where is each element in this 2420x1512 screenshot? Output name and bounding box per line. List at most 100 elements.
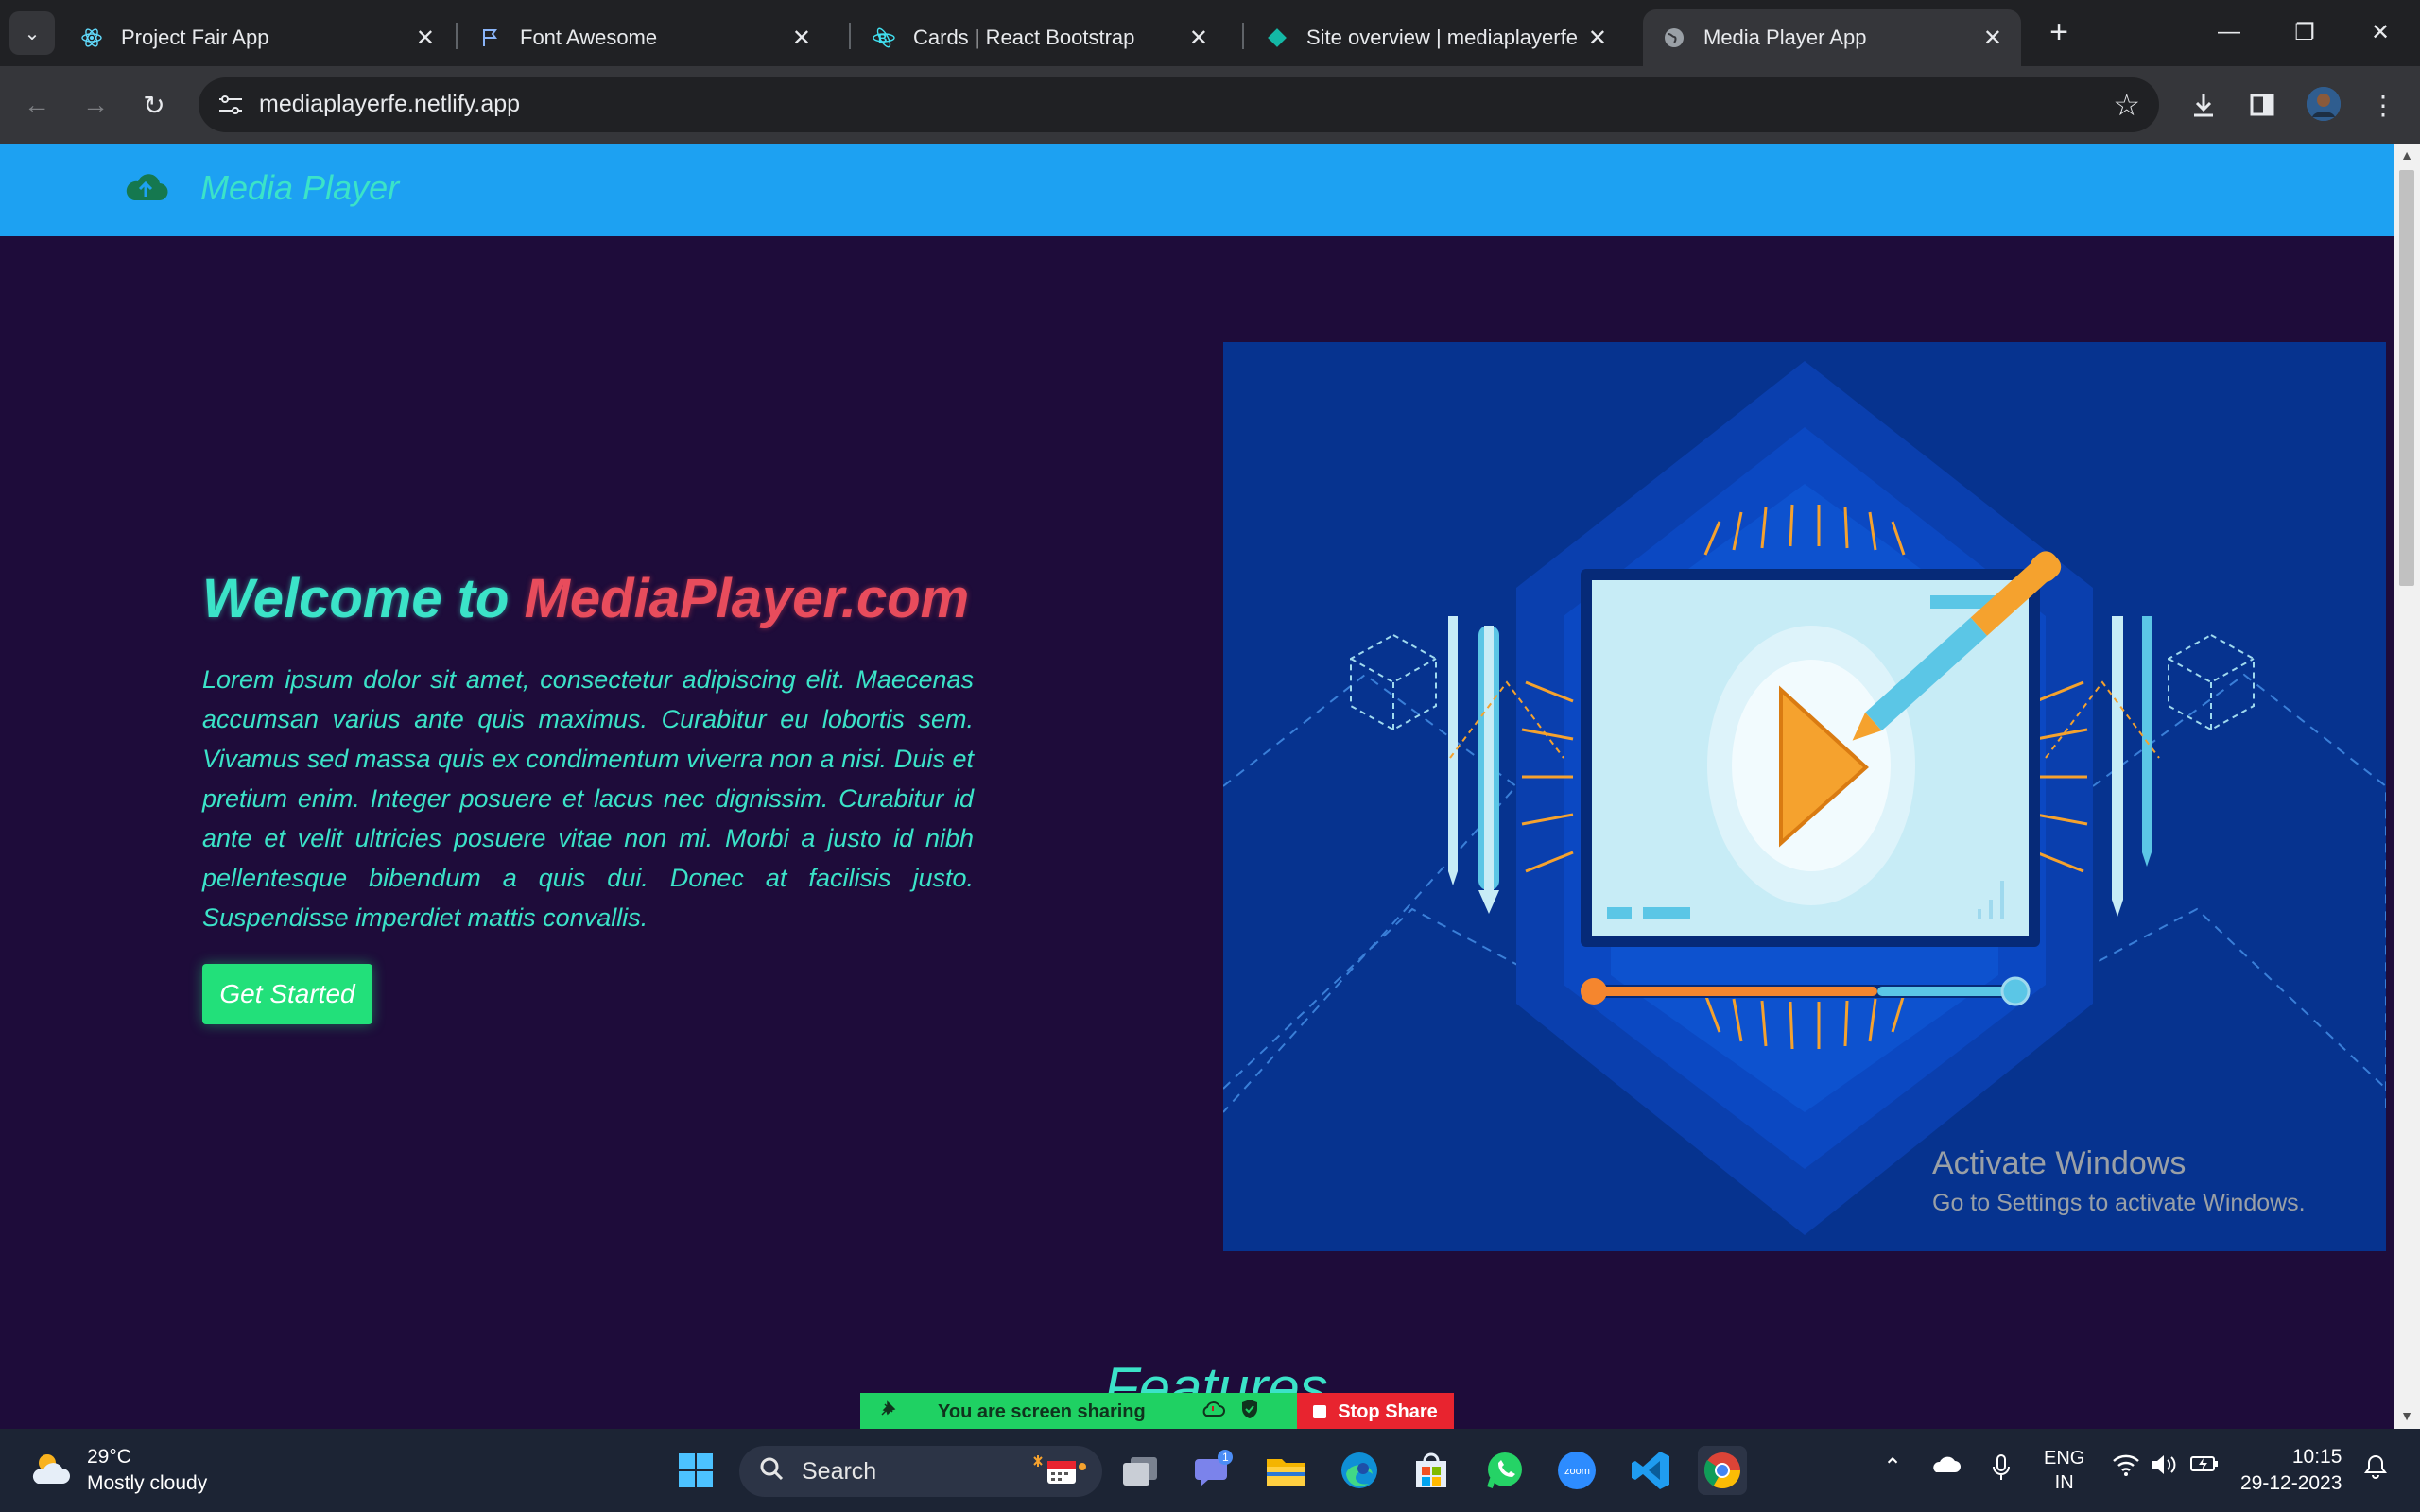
taskbar-search-box[interactable]: Search: [739, 1446, 1102, 1497]
tab-title: Font Awesome: [520, 26, 658, 49]
site-settings-icon[interactable]: [217, 93, 244, 117]
tab-title: Project Fair App: [121, 26, 269, 49]
svg-text:B: B: [878, 31, 887, 45]
close-icon[interactable]: ✕: [416, 25, 435, 52]
menu-kebab-icon[interactable]: ⋮: [2361, 83, 2405, 127]
close-icon[interactable]: ✕: [1983, 25, 2002, 52]
brand-name[interactable]: Media Player: [200, 168, 399, 208]
tab-project-fair[interactable]: Project Fair App ✕: [60, 9, 454, 66]
page-scrollbar[interactable]: ▲ ▼: [2394, 144, 2420, 1429]
system-clock[interactable]: 10:15 29-12-2023: [2240, 1444, 2342, 1497]
stop-share-button[interactable]: Stop Share: [1297, 1393, 1454, 1431]
calendar-highlight-icon: [1028, 1450, 1089, 1494]
weather-widget[interactable]: 29°C Mostly cloudy: [28, 1444, 207, 1497]
pin-icon[interactable]: [879, 1400, 896, 1423]
window-close-icon[interactable]: ✕: [2352, 13, 2409, 51]
shield-check-icon: [1240, 1399, 1259, 1425]
search-placeholder: Search: [802, 1457, 877, 1485]
cloud-warning-icon: [1201, 1400, 1225, 1424]
side-panel-icon[interactable]: [2240, 83, 2284, 127]
tab-search-button[interactable]: ⌄: [9, 11, 55, 55]
globe-icon: [1662, 26, 1686, 50]
wifi-icon[interactable]: [2112, 1453, 2140, 1483]
close-icon[interactable]: ✕: [1189, 25, 1208, 52]
site-navbar: Media Player: [0, 144, 2394, 236]
tab-font-awesome[interactable]: Font Awesome ✕: [459, 9, 830, 66]
close-icon[interactable]: ✕: [792, 25, 811, 52]
activate-windows-watermark: Activate Windows Go to Settings to activ…: [1932, 1145, 2306, 1217]
profile-avatar[interactable]: [2307, 87, 2341, 121]
chevron-down-icon: ⌄: [24, 23, 41, 44]
back-arrow-icon[interactable]: ←: [15, 83, 59, 127]
hero-description: Lorem ipsum dolor sit amet, consectetur …: [202, 665, 974, 932]
new-tab-plus-icon[interactable]: +: [2040, 13, 2078, 51]
tab-title: Cards | React Bootstrap: [913, 26, 1135, 49]
netlify-icon: [1265, 26, 1289, 50]
vscode-icon[interactable]: [1626, 1446, 1675, 1495]
hero-title-brand: MediaPlayer.com: [524, 568, 970, 629]
edge-browser-icon[interactable]: [1335, 1446, 1384, 1495]
tab-strip: ⌄ Project Fair App ✕ Font Awesome ✕ B Ca…: [0, 0, 2420, 66]
weather-temperature: 29°C: [87, 1446, 131, 1468]
file-explorer-icon[interactable]: [1261, 1446, 1310, 1495]
task-view-icon[interactable]: [1115, 1446, 1165, 1495]
zoom-app-icon[interactable]: zoom: [1552, 1446, 1601, 1495]
language-indicator[interactable]: ENG IN: [2044, 1446, 2084, 1495]
tab-separator: [456, 23, 458, 49]
windows-start-icon[interactable]: [671, 1446, 720, 1495]
stop-share-label: Stop Share: [1338, 1400, 1438, 1422]
screen-share-banner: You are screen sharing Stop Share: [860, 1393, 1454, 1431]
scroll-up-arrow-icon[interactable]: ▲: [2399, 147, 2414, 163]
tab-title: Media Player App: [1703, 26, 1867, 49]
onedrive-cloud-icon[interactable]: [1930, 1453, 1961, 1481]
tab-netlify[interactable]: Site overview | mediaplayerfe | N ✕: [1246, 9, 1626, 66]
clock-date: 29-12-2023: [2240, 1472, 2342, 1494]
language-code: ENG: [2044, 1448, 2085, 1469]
scroll-down-arrow-icon[interactable]: ▼: [2399, 1408, 2414, 1423]
scrollbar-thumb[interactable]: [2399, 170, 2414, 586]
search-icon: [758, 1455, 785, 1488]
close-icon[interactable]: ✕: [1588, 25, 1607, 52]
get-started-button[interactable]: Get Started: [202, 964, 372, 1024]
volume-icon[interactable]: [2150, 1453, 2178, 1483]
video-player-illustration: [1223, 342, 2386, 1251]
reload-icon[interactable]: ↻: [132, 83, 176, 127]
hero-title: Welcome to MediaPlayer.com: [202, 567, 969, 630]
download-icon[interactable]: [2182, 83, 2225, 127]
tab-media-player[interactable]: Media Player App ✕: [1643, 9, 2021, 66]
teams-chat-icon[interactable]: 1: [1189, 1446, 1238, 1495]
microsoft-store-icon[interactable]: [1407, 1446, 1456, 1495]
region-code: IN: [2054, 1472, 2074, 1493]
microphone-icon[interactable]: [1991, 1453, 2012, 1488]
restore-icon[interactable]: ❐: [2276, 13, 2333, 51]
notification-bell-icon[interactable]: [2363, 1453, 2388, 1486]
react-bootstrap-icon: B: [872, 26, 896, 50]
screen-share-status: You are screen sharing: [860, 1393, 1297, 1431]
address-bar[interactable]: mediaplayerfe.netlify.app ☆: [199, 77, 2159, 132]
tab-separator: [849, 23, 851, 49]
clock-time: 10:15: [2291, 1446, 2342, 1468]
weather-condition: Mostly cloudy: [87, 1472, 208, 1494]
bookmark-star-icon[interactable]: ☆: [2113, 87, 2140, 123]
windows-taskbar: 29°C Mostly cloudy Search 1 zoom ⌃ ENG I…: [0, 1429, 2420, 1512]
stop-square-icon: [1313, 1405, 1327, 1418]
chevron-up-icon[interactable]: ⌃: [1883, 1453, 1902, 1481]
hero-title-prefix: Welcome to: [202, 568, 525, 629]
forward-arrow-icon[interactable]: →: [74, 83, 117, 127]
tab-separator: [1242, 23, 1244, 49]
chrome-icon[interactable]: [1698, 1446, 1747, 1495]
browser-toolbar: ← → ↻ mediaplayerfe.netlify.app ☆ ⋮: [0, 66, 2420, 144]
battery-charging-icon[interactable]: [2189, 1453, 2220, 1481]
whatsapp-icon[interactable]: [1480, 1446, 1530, 1495]
cloud-upload-icon[interactable]: [123, 168, 168, 206]
react-icon: [79, 26, 104, 50]
tab-react-bootstrap[interactable]: B Cards | React Bootstrap ✕: [853, 9, 1227, 66]
activate-windows-subtitle: Go to Settings to activate Windows.: [1932, 1190, 2306, 1216]
partly-cloudy-icon: [28, 1450, 74, 1492]
flag-icon: [478, 26, 503, 50]
url-text: mediaplayerfe.netlify.app: [259, 91, 521, 117]
svg-text:zoom: zoom: [1564, 1466, 1590, 1477]
minimize-icon[interactable]: —: [2201, 13, 2257, 51]
activate-windows-title: Activate Windows: [1932, 1145, 2187, 1181]
tab-title: Site overview | mediaplayerfe | N: [1306, 26, 1579, 49]
